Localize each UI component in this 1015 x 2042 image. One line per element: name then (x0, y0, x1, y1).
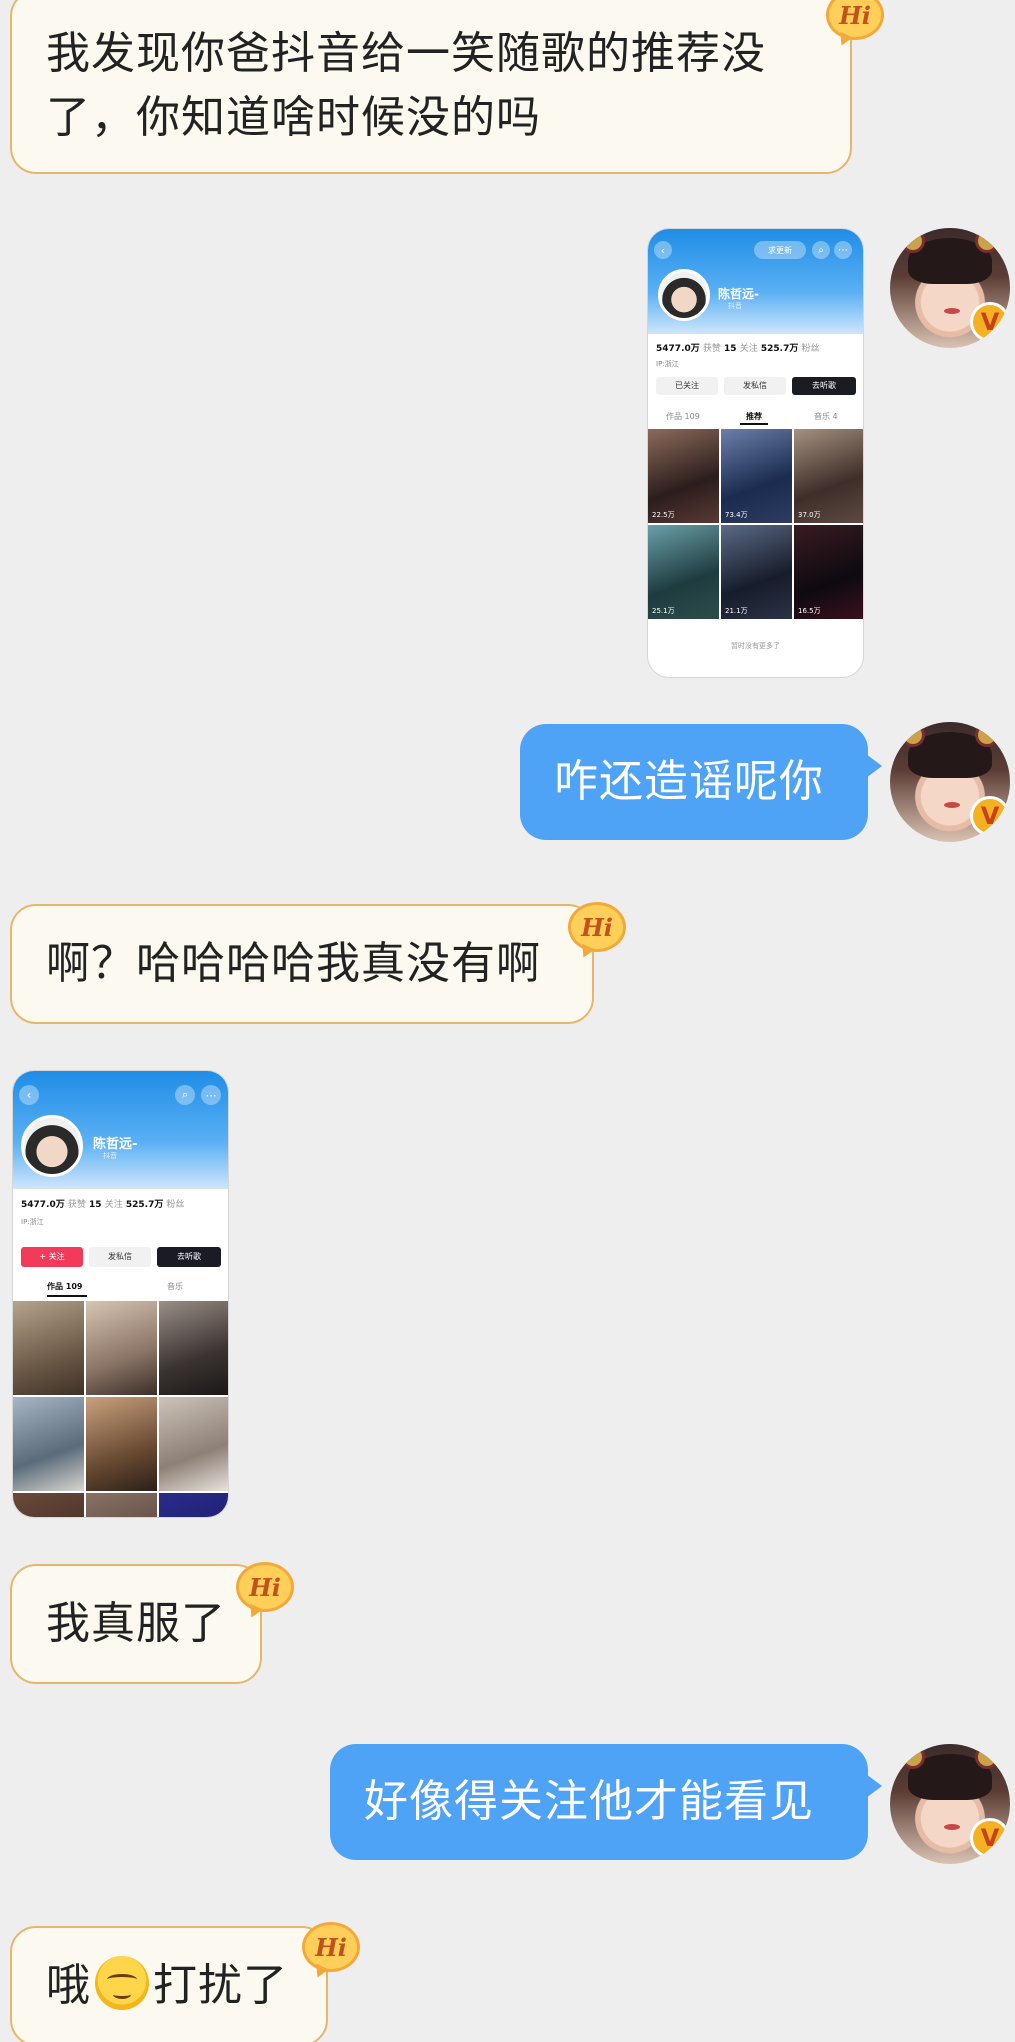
fans-value: 525.7万 (760, 344, 799, 354)
verified-badge-icon: V (970, 302, 1010, 342)
play-count: 73.4万 (725, 511, 748, 519)
video-thumb: 37.0万 (794, 429, 863, 523)
play-count: 37.0万 (798, 511, 821, 519)
outgoing-message[interactable]: 好像得关注他才能看见 (330, 1744, 882, 1860)
back-icon: ‹ (19, 1085, 39, 1105)
following-label: 关注 (739, 344, 758, 354)
no-more-text: 暂时没有更多了 (731, 642, 780, 650)
update-pill: 求更新 (754, 241, 806, 259)
listen-button: 去听歌 (157, 1247, 221, 1267)
following-value: 15 (724, 344, 737, 354)
tab-works: 作品 109 (47, 1282, 83, 1291)
profile-tags: IP:浙江 (21, 1218, 44, 1226)
message-text-after: 打扰了 (153, 1960, 288, 2011)
video-thumb (159, 1397, 228, 1491)
rolling-eyes-emoji-icon (95, 1956, 149, 2010)
video-thumb: 22.5万 (648, 429, 719, 523)
verified-badge-icon: V (970, 1818, 1010, 1858)
back-icon: ‹ (654, 241, 672, 259)
play-count: 25.1万 (652, 607, 675, 615)
message-text: 好像得关注他才能看见 (364, 1776, 814, 1827)
play-count: 16.5万 (798, 607, 821, 615)
received-screenshot-image[interactable]: ‹ ⌕ ⋯ 陈哲远- 抖音 5477.0万 获赞 15 关注 525.7万 粉丝… (12, 1070, 229, 1518)
follow-button: + 关注 (21, 1247, 83, 1267)
likes-value: 5477.0万 (656, 344, 700, 354)
verified-badge-icon: V (970, 796, 1010, 836)
message-text-line: 我发现你爸抖音给一笑随歌的推荐没 (46, 28, 766, 79)
incoming-message[interactable]: 我发现你爸抖音给一笑随歌的推荐没 了，你知道啥时候没的吗 (10, 0, 852, 174)
video-thumb (159, 1493, 228, 1517)
play-count: 22.5万 (652, 511, 675, 519)
profile-stats: 5477.0万 获赞 15 关注 525.7万 粉丝 (656, 341, 819, 354)
following-label: 关注 (104, 1200, 123, 1210)
my-avatar[interactable]: V (890, 1744, 1010, 1864)
video-thumb (13, 1493, 84, 1517)
message-button: 发私信 (89, 1247, 151, 1267)
tab-recommend: 推荐 (746, 412, 762, 421)
message-text: 我真服了 (46, 1598, 226, 1649)
likes-label: 获赞 (702, 344, 721, 354)
hi-badge-icon: Hi (302, 1922, 360, 1972)
sent-screenshot-image[interactable]: ‹ 求更新 ⌕ ⋯ 陈哲远- 抖音 5477.0万 获赞 15 关注 525.7… (647, 228, 864, 678)
message-text-before: 哦 (46, 1960, 91, 2011)
video-thumb (159, 1301, 228, 1395)
profile-tags: IP:浙江 (656, 360, 679, 368)
hi-badge-icon: Hi (236, 1562, 294, 1612)
likes-value: 5477.0万 (21, 1200, 65, 1210)
followed-button: 已关注 (656, 377, 718, 395)
search-icon: ⌕ (812, 241, 830, 259)
fans-value: 525.7万 (125, 1200, 164, 1210)
outgoing-message[interactable]: 咋还造谣呢你 (520, 724, 882, 840)
video-thumb: 25.1万 (648, 525, 719, 619)
chat-view: 我发现你爸抖音给一笑随歌的推荐没 了，你知道啥时候没的吗 Hi ‹ 求更新 ⌕ … (0, 0, 1015, 2042)
video-grid: 22.5万 73.4万 37.0万 25.1万 21.1万 16.5万 (648, 429, 863, 619)
video-thumb: 21.1万 (721, 525, 792, 619)
video-grid (13, 1301, 228, 1517)
hi-badge-icon: Hi (568, 902, 626, 952)
incoming-message[interactable]: 我真服了 (10, 1564, 262, 1684)
following-value: 15 (89, 1200, 102, 1210)
incoming-message[interactable]: 啊？哈哈哈哈我真没有啊 (10, 904, 594, 1024)
listen-button: 去听歌 (792, 377, 856, 395)
video-thumb: 16.5万 (794, 525, 863, 619)
profile-name: 陈哲远- (93, 1137, 138, 1152)
profile-sub: 抖音 (103, 1152, 117, 1160)
play-count: 21.1万 (725, 607, 748, 615)
video-thumb (13, 1397, 84, 1491)
video-thumb (86, 1301, 157, 1395)
profile-name: 陈哲远- (718, 287, 759, 301)
video-thumb: 73.4万 (721, 429, 792, 523)
tab-music: 音乐 (167, 1282, 183, 1291)
more-icon: ⋯ (201, 1085, 221, 1105)
tab-works: 作品 109 (666, 412, 700, 421)
message-text-line: 了，你知道啥时候没的吗 (46, 92, 541, 143)
profile-avatar (21, 1115, 83, 1177)
video-thumb (86, 1397, 157, 1491)
message-text: 啊？哈哈哈哈我真没有啊 (46, 938, 541, 989)
my-avatar[interactable]: V (890, 228, 1010, 348)
likes-label: 获赞 (67, 1200, 86, 1210)
message-button: 发私信 (724, 377, 786, 395)
fans-label: 粉丝 (166, 1200, 185, 1210)
my-avatar[interactable]: V (890, 722, 1010, 842)
profile-sub: 抖音 (728, 302, 742, 310)
profile-stats: 5477.0万 获赞 15 关注 525.7万 粉丝 (21, 1197, 184, 1210)
search-icon: ⌕ (175, 1085, 195, 1105)
video-thumb (86, 1493, 157, 1517)
more-icon: ⋯ (834, 241, 852, 259)
profile-avatar (658, 269, 710, 321)
video-thumb (13, 1301, 84, 1395)
tab-music: 音乐 4 (814, 412, 838, 421)
message-text: 咋还造谣呢你 (554, 756, 824, 807)
incoming-message[interactable]: 哦 打扰了 (10, 1926, 328, 2042)
fans-label: 粉丝 (801, 344, 820, 354)
